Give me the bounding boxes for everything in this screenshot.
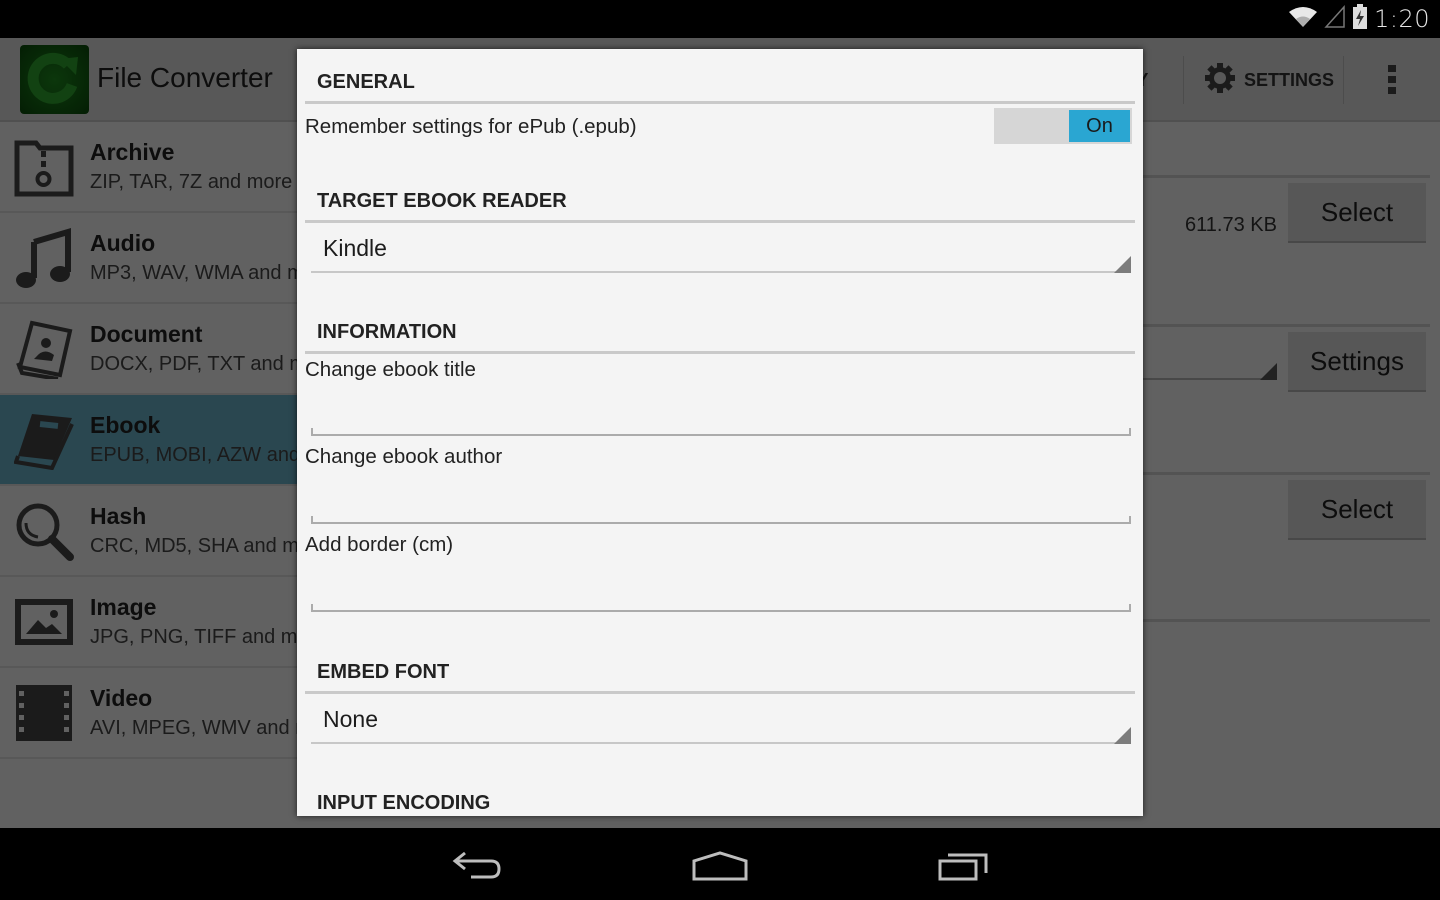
navigation-bar <box>0 828 1440 900</box>
battery-charging-icon <box>1352 3 1368 35</box>
spinner-underline <box>311 271 1131 273</box>
status-bar: 1:20 <box>0 0 1440 38</box>
ebook-author-input[interactable] <box>311 516 1131 524</box>
target-reader-spinner[interactable]: Kindle <box>311 223 1131 273</box>
recent-apps-icon[interactable] <box>934 846 994 886</box>
toggle-on-thumb: On <box>1069 110 1130 142</box>
spinner-arrow-icon <box>1114 256 1131 273</box>
section-divider <box>305 351 1135 354</box>
section-header-general: GENERAL <box>317 71 415 93</box>
remember-settings-toggle[interactable]: On <box>994 108 1132 144</box>
section-header-embed-font: EMBED FONT <box>317 661 450 683</box>
home-icon[interactable] <box>690 846 750 886</box>
border-input[interactable] <box>311 604 1131 612</box>
status-icons: 1:20 <box>1288 3 1430 35</box>
embed-font-value: None <box>323 706 378 732</box>
cell-signal-icon <box>1324 4 1346 34</box>
section-divider <box>305 101 1135 104</box>
section-header-information: INFORMATION <box>317 321 457 343</box>
spinner-arrow-icon <box>1114 727 1131 744</box>
section-header-target-reader: TARGET EBOOK READER <box>317 190 567 212</box>
ebook-settings-dialog: GENERAL Remember settings for ePub (.epu… <box>297 49 1143 816</box>
border-label: Add border (cm) <box>305 533 454 556</box>
ebook-author-label: Change ebook author <box>305 445 503 468</box>
wifi-icon <box>1288 5 1318 34</box>
embed-font-spinner[interactable]: None <box>311 694 1131 744</box>
clock: 1:20 <box>1374 5 1430 33</box>
ebook-title-input[interactable] <box>311 428 1131 436</box>
ebook-title-label: Change ebook title <box>305 358 476 381</box>
back-icon[interactable] <box>447 846 507 886</box>
spinner-underline <box>311 742 1131 744</box>
remember-settings-label: Remember settings for ePub (.epub) <box>305 115 637 138</box>
target-reader-value: Kindle <box>323 235 387 261</box>
section-header-input-encoding: INPUT ENCODING <box>317 792 491 814</box>
